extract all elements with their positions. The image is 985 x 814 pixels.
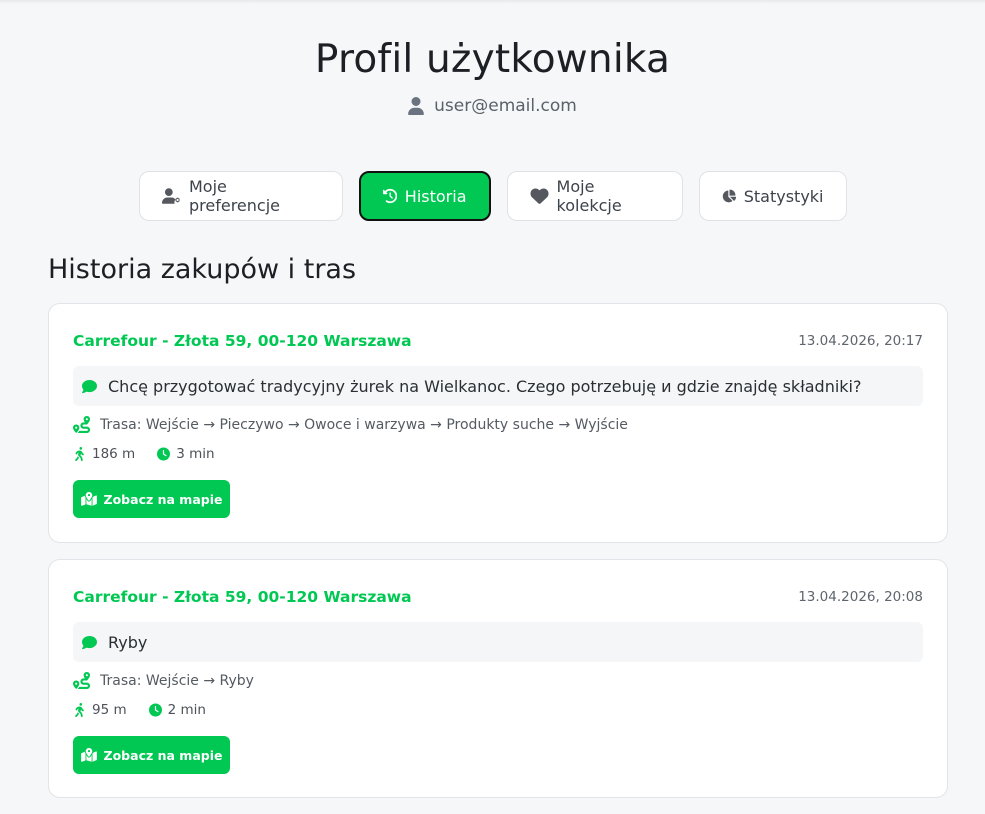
view-on-map-label: Zobacz na mapie	[103, 747, 223, 763]
tab-collections-label: Moje kolekcje	[556, 177, 622, 215]
history-icon	[382, 188, 397, 204]
tab-collections[interactable]: Moje kolekcje	[506, 171, 683, 221]
route-icon	[73, 672, 90, 689]
pie-chart-icon	[722, 189, 736, 203]
walking-icon	[75, 447, 84, 461]
user-icon	[408, 97, 425, 115]
distance-metric: 95 m	[73, 702, 127, 718]
query-box: Ryby	[73, 622, 923, 662]
tab-preferences-label: Moje preferencje	[188, 177, 280, 215]
view-on-map-label: Zobacz na mapie	[103, 491, 223, 507]
walking-icon	[75, 703, 84, 717]
card-header: Carrefour - Złota 59, 00-120 Warszawa 13…	[73, 588, 923, 606]
duration-metric: 2 min	[148, 702, 206, 718]
history-date: 13.04.2026, 20:17	[798, 333, 923, 349]
view-on-map-button[interactable]: Zobacz na mapie	[73, 736, 230, 774]
user-email: user@email.com	[434, 96, 577, 116]
route-row: Trasa: Wejście → Ryby	[73, 672, 254, 689]
view-on-map-button[interactable]: Zobacz na mapie	[73, 480, 230, 518]
map-location-icon	[80, 492, 97, 506]
store-name: Carrefour - Złota 59, 00-120 Warszawa	[73, 332, 412, 350]
profile-header: Profil użytkownika user@email.com	[0, 37, 985, 117]
clock-icon	[157, 447, 171, 461]
tab-history[interactable]: Historia	[358, 171, 491, 221]
route-metrics: 186 m 3 min	[73, 446, 215, 462]
duration-metric: 3 min	[157, 446, 215, 462]
user-email-row: user@email.com	[0, 96, 985, 116]
tab-preferences[interactable]: Moje preferencje	[138, 171, 343, 221]
route-row: Trasa: Wejście → Pieczywo → Owoce i warz…	[73, 416, 628, 433]
distance-value: 95 m	[92, 702, 127, 718]
distance-value: 186 m	[92, 446, 136, 462]
route-text: Trasa: Wejście → Pieczywo → Owoce i warz…	[100, 416, 628, 433]
clock-icon	[148, 703, 162, 717]
query-box: Chcę przygotować tradycyjny żurek na Wie…	[73, 366, 923, 406]
history-date: 13.04.2026, 20:08	[798, 589, 923, 605]
duration-value: 2 min	[167, 702, 206, 718]
section-title: Historia zakupów i tras	[48, 254, 357, 285]
tab-history-label: Historia	[404, 186, 467, 206]
history-card: Carrefour - Złota 59, 00-120 Warszawa 13…	[48, 303, 948, 543]
profile-tabs: Moje preferencje Historia Moje kolekcje …	[0, 171, 985, 221]
map-location-icon	[80, 748, 97, 762]
user-gear-icon	[161, 188, 180, 204]
route-icon	[73, 416, 90, 433]
history-card: Carrefour - Złota 59, 00-120 Warszawa 13…	[48, 559, 948, 798]
query-text: Ryby	[108, 632, 148, 652]
route-text: Trasa: Wejście → Ryby	[100, 672, 254, 689]
store-name: Carrefour - Złota 59, 00-120 Warszawa	[73, 588, 412, 606]
tab-statistics[interactable]: Statystyki	[698, 171, 847, 221]
distance-metric: 186 m	[73, 446, 135, 462]
top-shadow	[0, 0, 985, 4]
duration-value: 3 min	[176, 446, 215, 462]
chat-bubble-icon	[81, 379, 97, 393]
route-metrics: 95 m 2 min	[73, 702, 206, 718]
query-text: Chcę przygotować tradycyjny żurek na Wie…	[108, 376, 862, 396]
card-header: Carrefour - Złota 59, 00-120 Warszawa 13…	[73, 332, 923, 350]
tab-statistics-label: Statystyki	[743, 186, 824, 206]
page-title: Profil użytkownika	[314, 37, 671, 82]
chat-bubble-icon	[81, 635, 97, 649]
heart-icon	[530, 188, 549, 204]
